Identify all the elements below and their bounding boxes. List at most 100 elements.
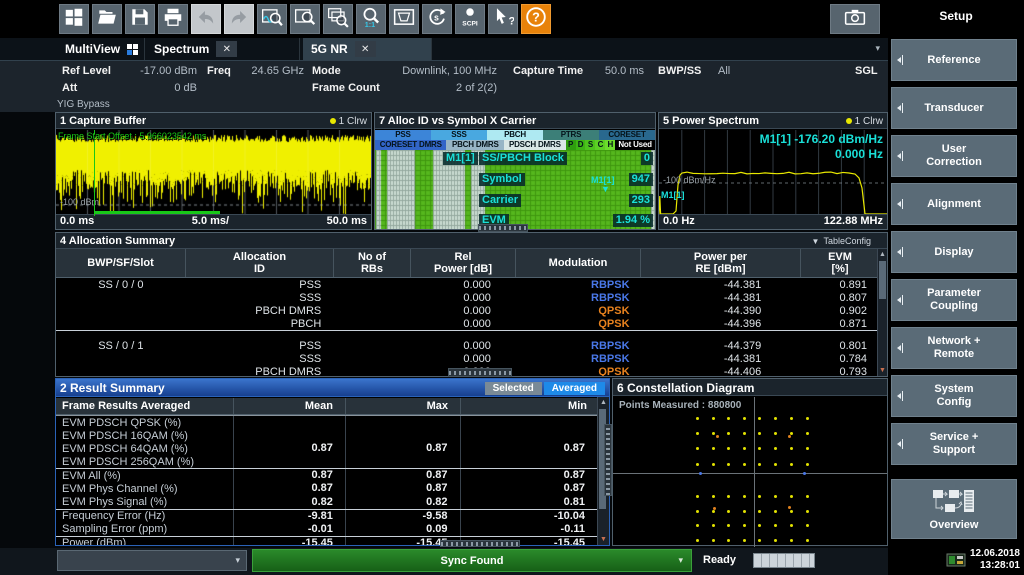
scroll-up-icon[interactable]: ▲ (878, 250, 887, 259)
capture-buffer-panel[interactable]: 1 Capture Buffer 1 Clrw Frame Start Offs… (55, 112, 372, 230)
allocation-table-row[interactable]: SSS0.000RBPSK-44.3810.807 (56, 291, 877, 304)
datetime-display[interactable]: 12.06.2018 13:28:01 (946, 548, 1020, 572)
softkey-display[interactable]: Display (891, 231, 1017, 273)
tab-close-icon[interactable]: ✕ (216, 41, 237, 57)
capture-trace-legend[interactable]: 1 Clrw (330, 116, 367, 127)
overview-button[interactable]: Overview (891, 479, 1017, 539)
pane-splitter-grip[interactable] (604, 424, 612, 496)
allocation-table-row[interactable]: PBCH0.000QPSK-44.3960.871 (56, 317, 877, 330)
column-header[interactable]: Allocation ID (186, 249, 334, 277)
help-button[interactable]: ? (521, 4, 551, 34)
capture-buffer-plot[interactable] (56, 130, 371, 216)
scroll-down-icon[interactable]: ▼ (878, 366, 887, 375)
date-label: 12.06.2018 (970, 548, 1020, 559)
constellation-point (774, 524, 777, 527)
result-table-row[interactable]: Sampling Error (ppm)-0.010.09-0.11 (56, 523, 597, 536)
table-config-button[interactable]: ▼TableConfig (812, 236, 871, 246)
power-spectrum-panel[interactable]: 5 Power Spectrum 1 Clrw M1[1] -176.20 dB… (658, 112, 888, 230)
scpi-recorder-button[interactable]: SCPI (455, 4, 485, 34)
softkey-user-correction[interactable]: User Correction (891, 135, 1017, 177)
result-table-row[interactable]: EVM Phys Channel (%)0.870.870.87 (56, 482, 597, 495)
pane-splitter-grip[interactable] (440, 540, 520, 547)
softkey-system-config[interactable]: System Config (891, 375, 1017, 417)
zoom-trace-button[interactable] (257, 4, 287, 34)
ref-level-value[interactable]: -17.00 dBm (127, 65, 197, 77)
zoom-1-1-button[interactable]: 1:1 (356, 4, 386, 34)
scroll-down-icon[interactable]: ▼ (598, 535, 609, 544)
freq-value[interactable]: 24.65 GHz (238, 65, 304, 77)
zoom-window-button[interactable] (290, 4, 320, 34)
frame-count-value[interactable]: 2 of 2(2) (397, 82, 497, 94)
allocation-table-row[interactable]: SS / 0 / 0PSS0.000RBPSK-44.3810.891 (56, 278, 877, 291)
result-table-row[interactable]: Frequency Error (Hz)-9.81-9.58-10.04 (56, 510, 597, 523)
allocation-table-row[interactable]: PBCH DMRS0.000QPSK-44.3900.902 (56, 304, 877, 317)
open-file-button[interactable] (92, 4, 122, 34)
tab-spectrum[interactable]: Spectrum✕ (146, 38, 300, 60)
bwp-ss-value[interactable]: All (718, 65, 730, 77)
softkey-alignment[interactable]: Alignment (891, 183, 1017, 225)
sweep-restart-button[interactable]: s (422, 4, 452, 34)
column-header[interactable]: Rel Power [dB] (411, 249, 516, 277)
pane-splitter-grip[interactable] (478, 224, 528, 232)
constellation-panel[interactable]: 6 Constellation Diagram Points Measured … (612, 378, 888, 546)
result-table-row[interactable]: EVM All (%)0.870.870.87 (56, 469, 597, 482)
pane-splitter-grip[interactable] (448, 368, 512, 377)
column-header[interactable]: BWP/SF/Slot (56, 249, 186, 277)
softkey-reference[interactable]: Reference (891, 39, 1017, 81)
legend-s: S (585, 140, 595, 150)
scroll-up-icon[interactable]: ▲ (598, 398, 609, 407)
context-help-button[interactable]: ? (488, 4, 518, 34)
view-tab-selected[interactable]: Selected (485, 382, 542, 395)
result-table-row[interactable]: EVM PDSCH QPSK (%) (56, 416, 597, 429)
print-button[interactable] (158, 4, 188, 34)
view-tab-averaged[interactable]: Averaged (544, 382, 605, 395)
softkey-service-support[interactable]: Service + Support (891, 423, 1017, 465)
power-marker-label[interactable]: M1[1] (661, 190, 685, 200)
display-frame-button[interactable] (389, 4, 419, 34)
allocation-summary-scrollbar[interactable]: ▲ ▼ (877, 249, 887, 376)
multi-window-zoom-button[interactable] (323, 4, 353, 34)
capture-time-value[interactable]: 50.0 ms (592, 65, 644, 77)
allocation-summary-panel[interactable]: 4 Allocation Summary ▼TableConfig BWP/SF… (55, 232, 888, 377)
result-summary-panel[interactable]: 2 Result Summary Selected Averaged Frame… (55, 378, 610, 546)
evm-cell: 0.871 (799, 318, 877, 330)
tab-overflow-caret[interactable]: ▾ (875, 43, 880, 54)
mode-value[interactable]: Downlink, 100 MHz (358, 65, 497, 77)
constellation-plot[interactable]: Points Measured : 880800 (613, 397, 887, 545)
softkey-network-remote[interactable]: Network + Remote (891, 327, 1017, 369)
result-table-row[interactable]: EVM PDSCH 64QAM (%)0.870.870.87 (56, 442, 597, 455)
windows-logo-button[interactable] (59, 4, 89, 34)
channel-cell: SSS (186, 292, 334, 304)
softkey-transducer[interactable]: Transducer (891, 87, 1017, 129)
power-trace-legend[interactable]: 1 Clrw (846, 116, 883, 127)
constellation-point (790, 447, 793, 450)
allocation-table-row[interactable]: SS / 0 / 1PSS0.000RBPSK-44.3790.801 (56, 339, 877, 352)
alloc-id-map-panel[interactable]: 7 Alloc ID vs Symbol X Carrier PSSSSSPBC… (374, 112, 656, 230)
tab-close-icon[interactable]: ✕ (355, 41, 376, 57)
save-file-button[interactable] (125, 4, 155, 34)
column-header[interactable]: No of RBs (334, 249, 411, 277)
constellation-point (743, 447, 746, 450)
column-header[interactable]: Modulation (516, 249, 641, 277)
screenshot-camera-button[interactable] (830, 4, 880, 34)
tab-multiview[interactable]: MultiView (57, 38, 145, 60)
scrollbar-thumb[interactable] (879, 261, 886, 299)
constellation-point (743, 495, 746, 498)
result-table-row[interactable]: EVM Phys Signal (%)0.820.820.81 (56, 496, 597, 509)
column-header[interactable]: EVM [%] (801, 249, 879, 277)
column-header[interactable]: Mean (234, 398, 346, 414)
sweep-restart-icon: s (426, 6, 448, 33)
softkey-parameter-coupling[interactable]: Parameter Coupling (891, 279, 1017, 321)
tab-5g-nr[interactable]: 5G NR✕ (303, 38, 432, 60)
sync-status-bar[interactable]: Sync Found ▾ (252, 549, 692, 572)
column-header[interactable]: Min (461, 398, 599, 414)
att-value[interactable]: 0 dB (127, 82, 197, 94)
column-header[interactable]: Frame Results Averaged (56, 398, 234, 414)
column-header[interactable]: Max (346, 398, 461, 414)
allocation-table-row[interactable]: SSS0.000RBPSK-44.3810.784 (56, 352, 877, 365)
column-header[interactable]: Power per RE [dBm] (641, 249, 801, 277)
message-selector-dropdown[interactable]: ▾ (57, 550, 247, 571)
result-label-cell: EVM PDSCH QPSK (%) (56, 417, 233, 429)
result-table-row[interactable]: EVM PDSCH 256QAM (%) (56, 455, 597, 468)
result-table-row[interactable]: EVM PDSCH 16QAM (%) (56, 429, 597, 442)
